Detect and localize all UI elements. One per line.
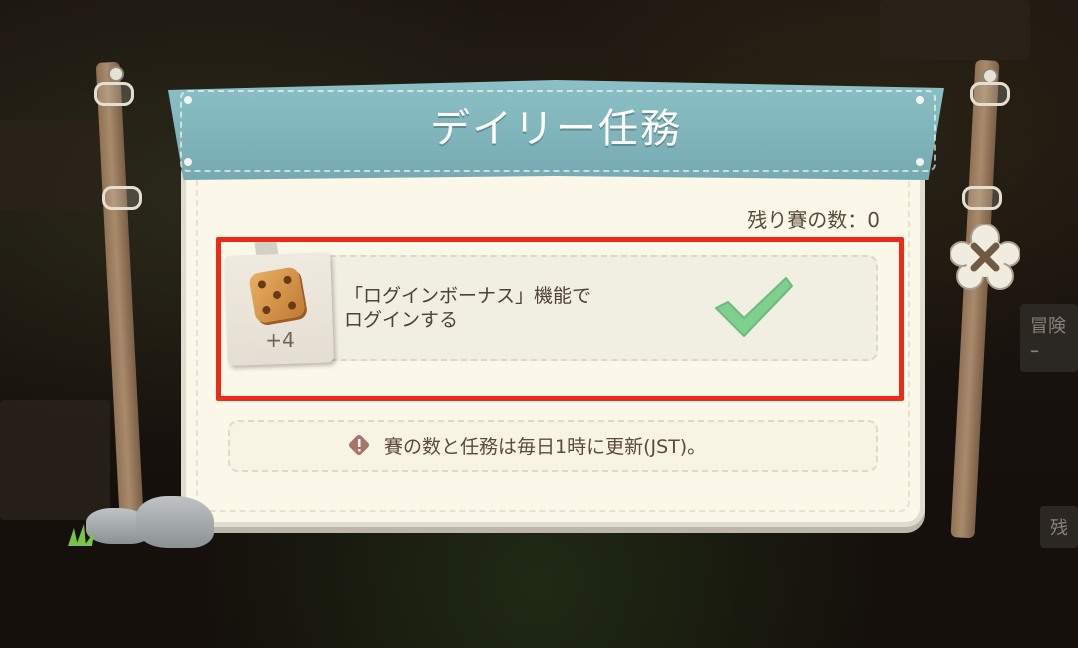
background-block bbox=[0, 400, 110, 520]
rivet bbox=[184, 158, 192, 166]
rope-knot bbox=[970, 82, 1010, 106]
remaining-dice-count: 残り賽の数：0 bbox=[747, 208, 880, 232]
rock bbox=[136, 496, 214, 548]
background-label: 冒険ｰ bbox=[1020, 304, 1078, 372]
task-highlight-box bbox=[216, 237, 904, 401]
pole-cap bbox=[108, 66, 124, 82]
rivet bbox=[916, 158, 924, 166]
rope-knot bbox=[102, 186, 142, 210]
close-icon[interactable] bbox=[950, 224, 1020, 290]
rope-knot bbox=[962, 186, 1002, 210]
grass-icon bbox=[68, 524, 94, 546]
reset-info-text: 賽の数と任務は毎日1時に更新(JST)。 bbox=[384, 436, 707, 458]
rope-knot bbox=[94, 82, 134, 106]
warning-icon bbox=[348, 434, 370, 456]
background-block bbox=[880, 0, 1030, 60]
dialog-title: デイリー任務 bbox=[430, 106, 682, 152]
background-label: 残 bbox=[1040, 506, 1078, 548]
